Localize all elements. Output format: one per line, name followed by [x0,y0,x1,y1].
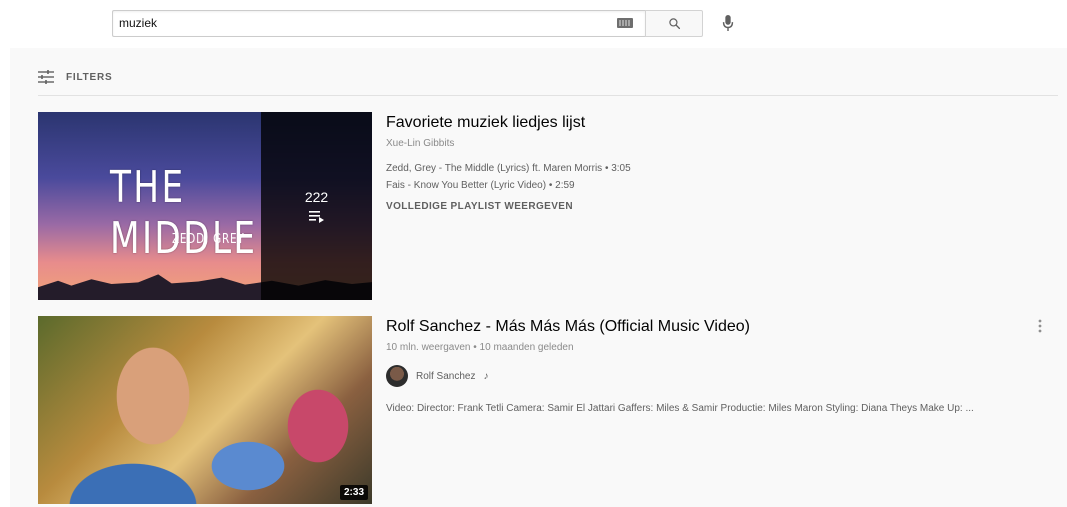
channel-avatar[interactable] [386,365,408,387]
keyboard-icon[interactable] [617,18,633,28]
channel-name[interactable]: Rolf Sanchez [416,371,475,382]
more-vertical-icon [1038,319,1042,333]
music-note-icon: ♪ [483,370,489,382]
video-title[interactable]: Rolf Sanchez - Más Más Más (Official Mus… [386,318,1026,336]
video-channel[interactable]: Rolf Sanchez ♪ [386,365,1026,387]
microphone-icon [722,15,734,31]
filters-label: FILTERS [66,71,113,83]
search-icon [668,17,680,29]
thumbnail-subtitle-art: ZEDD, GREY [172,232,245,247]
search-button[interactable] [645,9,703,37]
filters-toggle[interactable]: FILTERS [38,70,113,84]
playlist-info: Favoriete muziek liedjes lijst Xue-Lin G… [386,114,1046,212]
video-description: Video: Director: Frank Tetli Camera: Sam… [386,403,974,414]
results-panel: FILTERS THE MIDDLE ZEDD, GREY 222 Favori… [10,48,1067,507]
search-input[interactable] [112,9,645,37]
video-meta: 10 mln. weergaven • 10 maanden geleden [386,342,574,353]
playlist-track[interactable]: Fais - Know You Better (Lyric Video) • 2… [386,180,1046,191]
voice-search-button[interactable] [713,9,743,37]
playlist-video-count: 222 [304,189,329,205]
playlist-count-overlay: 222 [261,112,372,300]
playlist-channel[interactable]: Xue-Lin Gibbits [386,138,1046,149]
playlist-title[interactable]: Favoriete muziek liedjes lijst [386,114,1046,132]
video-thumbnail[interactable]: 2:33 [38,316,372,504]
play-all-link[interactable]: VOLLEDIGE PLAYLIST WEERGEVEN [386,201,1046,212]
filter-sliders-icon [38,70,54,84]
divider [38,95,1058,96]
more-actions-button[interactable] [1030,316,1050,336]
playlist-track[interactable]: Zedd, Grey - The Middle (Lyrics) ft. Mar… [386,163,1046,174]
playlist-icon [308,211,324,223]
video-info: Rolf Sanchez - Más Más Más (Official Mus… [386,318,1026,416]
video-duration: 2:33 [339,485,368,500]
playlist-thumbnail[interactable]: THE MIDDLE ZEDD, GREY 222 [38,112,372,300]
search-bar [112,9,743,37]
